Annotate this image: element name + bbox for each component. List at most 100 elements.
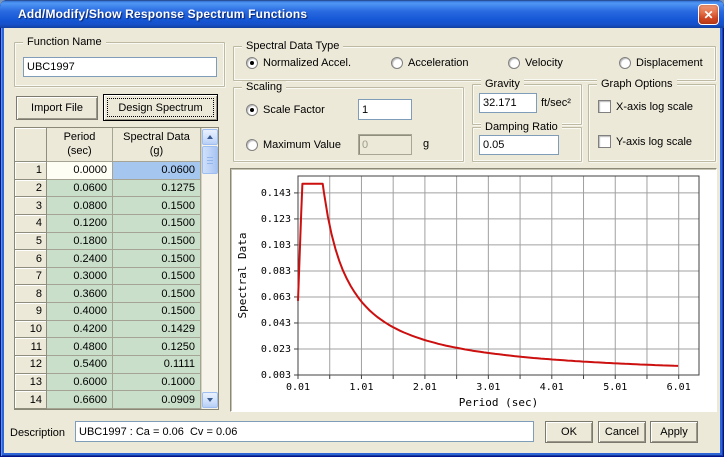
row-number-button[interactable]: 5: [15, 232, 47, 251]
x-log-checkbox[interactable]: [598, 100, 611, 113]
description-input[interactable]: [75, 421, 534, 442]
spectral-type-option[interactable]: Normalized Accel.: [246, 57, 351, 69]
spectral-data-cell[interactable]: 0.1500: [113, 214, 201, 233]
row-number-button[interactable]: 2: [15, 179, 47, 198]
gravity-input[interactable]: [479, 93, 537, 113]
spectral-data-cell[interactable]: 0.1500: [113, 285, 201, 304]
table-row: 2 0.0600 0.1275: [15, 179, 201, 198]
spectral-data-cell[interactable]: 0.0909: [113, 391, 201, 409]
spectral-type-option[interactable]: Velocity: [508, 57, 563, 69]
apply-button[interactable]: Apply: [650, 421, 698, 443]
svg-text:0.083: 0.083: [261, 266, 291, 277]
svg-text:4.01: 4.01: [540, 382, 564, 393]
scale-factor-radio[interactable]: [246, 104, 258, 116]
period-cell[interactable]: 0.0600: [47, 179, 113, 198]
period-cell[interactable]: 0.6000: [47, 373, 113, 392]
svg-text:0.123: 0.123: [261, 214, 291, 225]
scroll-up-button[interactable]: [202, 129, 218, 145]
gravity-unit-label: ft/sec²: [541, 97, 571, 109]
table-row: 14 0.6600 0.0909: [15, 391, 201, 409]
period-cell[interactable]: 0.1200: [47, 214, 113, 233]
gravity-group: Gravity ft/sec²: [472, 78, 582, 125]
svg-text:0.01: 0.01: [286, 382, 310, 393]
row-number-button[interactable]: 11: [15, 338, 47, 357]
row-number-button[interactable]: 1: [15, 162, 47, 180]
design-spectrum-button[interactable]: Design Spectrum: [103, 94, 218, 121]
radio-icon[interactable]: [508, 57, 520, 69]
row-number-button[interactable]: 10: [15, 320, 47, 339]
spectral-data-cell[interactable]: 0.1111: [113, 356, 201, 374]
row-number-button[interactable]: 3: [15, 197, 47, 215]
spectral-data-cell[interactable]: 0.1500: [113, 267, 201, 286]
x-log-option[interactable]: X-axis log scale: [598, 100, 693, 113]
spectral-type-option[interactable]: Acceleration: [391, 57, 469, 69]
spectral-data-type-group: Spectral Data Type Normalized Accel. Acce…: [233, 40, 716, 81]
scale-factor-input[interactable]: [358, 99, 412, 120]
period-cell[interactable]: 0.6600: [47, 391, 113, 409]
import-file-button[interactable]: Import File: [16, 96, 98, 120]
scrollbar-thumb[interactable]: [202, 146, 218, 174]
table-row: 6 0.2400 0.1500: [15, 250, 201, 268]
scroll-down-button[interactable]: [202, 392, 218, 408]
row-number-button[interactable]: 9: [15, 303, 47, 321]
radio-icon[interactable]: [246, 57, 258, 69]
row-number-button[interactable]: 13: [15, 373, 47, 392]
ok-button[interactable]: OK: [545, 421, 593, 443]
svg-text:0.023: 0.023: [261, 344, 291, 355]
period-cell[interactable]: 0.3600: [47, 285, 113, 304]
period-cell[interactable]: 0.4000: [47, 303, 113, 321]
svg-text:3.01: 3.01: [476, 382, 500, 393]
spectral-data-cell[interactable]: 0.1429: [113, 320, 201, 339]
spectral-type-option[interactable]: Displacement: [619, 57, 703, 69]
row-number-button[interactable]: 12: [15, 356, 47, 374]
row-number-button[interactable]: 4: [15, 214, 47, 233]
spectral-data-cell[interactable]: 0.1275: [113, 179, 201, 198]
table-row: 4 0.1200 0.1500: [15, 214, 201, 233]
damping-ratio-group-label: Damping Ratio: [481, 121, 562, 134]
maximum-value-label: Maximum Value: [263, 139, 342, 151]
function-name-input[interactable]: [23, 57, 217, 77]
maximum-value-radio[interactable]: [246, 139, 258, 151]
spectrum-table: Period (sec) Spectral Data (g) 1 0.0000 0.…: [14, 127, 219, 410]
spectral-data-cell[interactable]: 0.1250: [113, 338, 201, 357]
period-cell[interactable]: 0.4200: [47, 320, 113, 339]
table-scrollbar[interactable]: [201, 128, 218, 409]
row-number-button[interactable]: 6: [15, 250, 47, 268]
period-cell[interactable]: 0.4800: [47, 338, 113, 357]
svg-text:0.043: 0.043: [261, 318, 291, 329]
description-label: Description: [10, 427, 66, 439]
spectral-data-cell[interactable]: 0.0600: [113, 162, 201, 180]
spectral-data-cell[interactable]: 0.1500: [113, 250, 201, 268]
y-log-checkbox[interactable]: [598, 135, 611, 148]
row-number-button[interactable]: 8: [15, 285, 47, 304]
spectral-data-cell[interactable]: 0.1500: [113, 232, 201, 251]
period-cell[interactable]: 0.1800: [47, 232, 113, 251]
scaling-group-label: Scaling: [242, 81, 287, 94]
maximum-value-option[interactable]: Maximum Value: [246, 139, 341, 151]
spectral-data-cell[interactable]: 0.1000: [113, 373, 201, 392]
damping-ratio-input[interactable]: [479, 135, 559, 155]
svg-text:0.063: 0.063: [261, 292, 291, 303]
spectral-data-cell[interactable]: 0.1500: [113, 303, 201, 321]
table-row: 13 0.6000 0.1000: [15, 373, 201, 392]
radio-icon[interactable]: [619, 57, 631, 69]
damping-ratio-group: Damping Ratio: [472, 121, 582, 162]
row-number-button[interactable]: 14: [15, 391, 47, 409]
period-cell[interactable]: 0.5400: [47, 356, 113, 374]
period-cell[interactable]: 0.3000: [47, 267, 113, 286]
row-number-button[interactable]: 7: [15, 267, 47, 286]
period-cell[interactable]: 0.0000: [47, 162, 113, 180]
spectral-data-cell[interactable]: 0.1500: [113, 197, 201, 215]
cancel-button[interactable]: Cancel: [598, 421, 646, 443]
period-cell[interactable]: 0.0800: [47, 197, 113, 215]
svg-text:0.003: 0.003: [261, 370, 291, 381]
close-button[interactable]: ✕: [698, 4, 719, 25]
spectral-type-option-label: Displacement: [636, 57, 703, 69]
close-icon: ✕: [703, 7, 714, 22]
y-log-option[interactable]: Y-axis log scale: [598, 135, 692, 148]
function-name-group-label: Function Name: [23, 36, 106, 49]
radio-icon[interactable]: [391, 57, 403, 69]
period-cell[interactable]: 0.2400: [47, 250, 113, 268]
function-name-group: Function Name: [14, 36, 225, 87]
scale-factor-option[interactable]: Scale Factor: [246, 104, 325, 116]
